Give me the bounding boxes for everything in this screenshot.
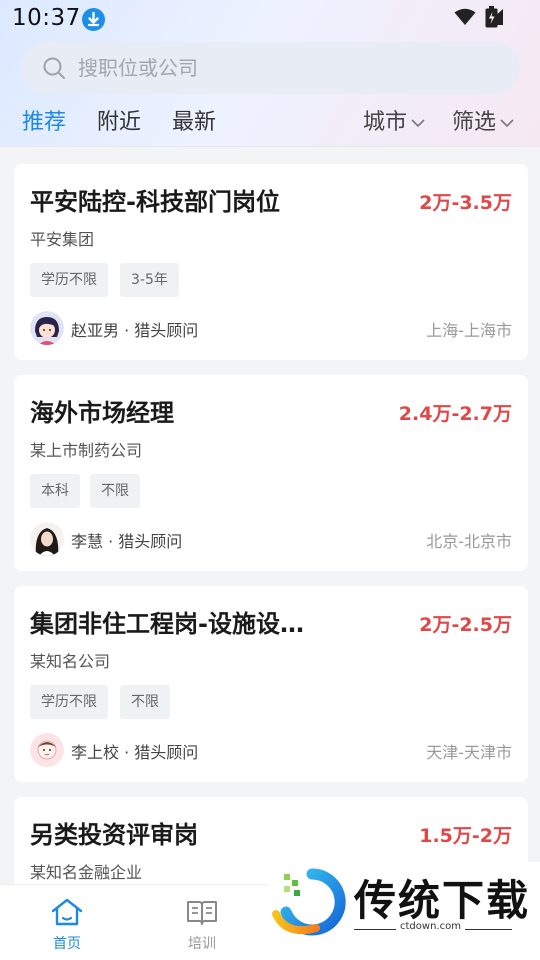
job-tag: 本科	[30, 474, 80, 508]
nav-home[interactable]: 首页	[32, 897, 102, 953]
job-title: 集团非住工程岗-设施设…	[30, 610, 304, 638]
tab-nearby[interactable]: 附近	[97, 104, 141, 136]
download-icon	[82, 8, 105, 31]
company-name: 某知名公司	[30, 652, 111, 671]
battery-icon	[485, 6, 498, 32]
job-title: 海外市场经理	[30, 399, 174, 427]
watermark-logo-icon	[272, 868, 346, 936]
chevron-down-icon	[500, 119, 514, 128]
status-time: 10:37	[12, 5, 81, 31]
nav-training-label: 培训	[188, 936, 216, 952]
tab-bar: 推荐 附近 最新 城市 筛选	[0, 100, 540, 146]
company-name: 某上市制药公司	[30, 441, 143, 460]
job-salary: 2万-3.5万	[419, 192, 512, 214]
job-salary: 1.5万-2万	[419, 825, 512, 847]
recruiter-name: 李上校 · 猎头顾问	[71, 743, 199, 762]
screen-filter-label: 筛选	[452, 110, 497, 135]
wifi-icon	[454, 8, 476, 30]
job-location: 天津-天津市	[426, 743, 512, 762]
watermark-text: 传统下载	[354, 876, 531, 925]
job-location: 上海-上海市	[426, 321, 512, 340]
company-name: 平安集团	[30, 230, 95, 249]
job-location: 北京-北京市	[426, 532, 512, 551]
recruiter-name: 赵亚男 · 猎头顾问	[71, 321, 199, 340]
job-tag: 不限	[90, 474, 140, 508]
nav-home-label: 首页	[53, 936, 81, 952]
job-title: 另类投资评审岗	[30, 821, 198, 849]
watermark-url: ctdown.com	[396, 921, 465, 932]
search-bar[interactable]	[22, 42, 520, 94]
city-filter-button[interactable]: 城市	[363, 104, 425, 136]
job-salary: 2万-2.5万	[419, 614, 512, 636]
job-tag: 3-5年	[120, 263, 179, 297]
company-name: 某知名金融企业	[30, 863, 143, 882]
job-card[interactable]: 平安陆控-科技部门岗位 2万-3.5万 平安集团 学历不限 3-5年 赵亚男 ·…	[14, 164, 528, 360]
recruiter-avatar	[30, 733, 64, 767]
job-card[interactable]: 海外市场经理 2.4万-2.7万 某上市制药公司 本科 不限 李慧 · 猎头顾问…	[14, 375, 528, 571]
search-icon	[42, 56, 66, 84]
recruiter-name: 李慧 · 猎头顾问	[71, 532, 183, 551]
status-bar: 10:37	[0, 0, 540, 38]
search-input[interactable]	[78, 42, 498, 94]
job-tag: 学历不限	[30, 685, 108, 719]
tab-recommend[interactable]: 推荐	[22, 104, 66, 136]
nav-training[interactable]: 培训	[167, 897, 237, 953]
book-icon	[187, 901, 217, 925]
job-title: 平安陆控-科技部门岗位	[30, 188, 280, 216]
header: 10:37 搜职位或公司 推荐 附近 最新 城市 筛选	[0, 0, 540, 147]
home-icon	[51, 898, 83, 926]
job-tag: 学历不限	[30, 263, 108, 297]
recruiter-avatar	[30, 311, 64, 345]
job-card[interactable]: 集团非住工程岗-设施设… 2万-2.5万 某知名公司 学历不限 不限 李上校 ·…	[14, 586, 528, 782]
recruiter-avatar	[30, 522, 64, 556]
tab-latest[interactable]: 最新	[172, 104, 216, 136]
job-tag: 不限	[120, 685, 170, 719]
city-filter-label: 城市	[363, 110, 408, 135]
chevron-down-icon	[411, 119, 425, 128]
screen-filter-button[interactable]: 筛选	[452, 104, 514, 136]
watermark: 传统下载 ctdown.com	[268, 862, 540, 960]
job-salary: 2.4万-2.7万	[398, 403, 512, 425]
